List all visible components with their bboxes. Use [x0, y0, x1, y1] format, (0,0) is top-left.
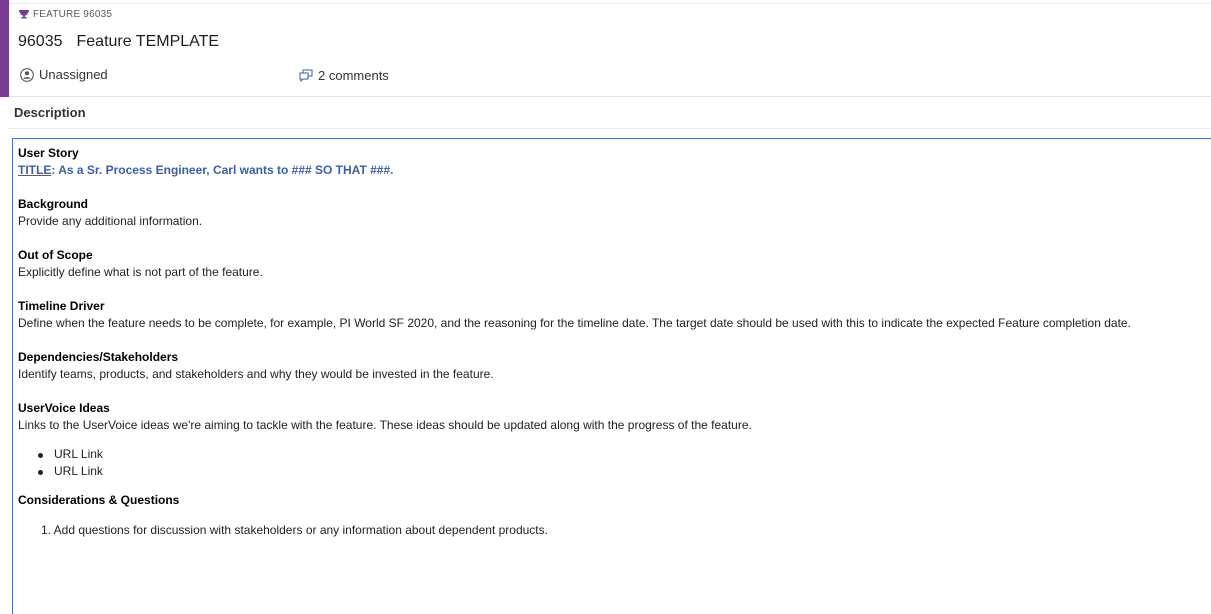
considerations-heading: Considerations & Questions [18, 493, 180, 507]
background-block: Background Provide any additional inform… [18, 196, 1211, 230]
person-avatar-icon [20, 67, 34, 82]
user-story-title-text: : As a Sr. Process Engineer, Carl wants … [51, 163, 394, 177]
dependencies-block: Dependencies/Stakeholders Identify teams… [18, 349, 1211, 383]
work-item-type-label: FEATURE 96035 [33, 9, 113, 20]
timeline-driver-block: Timeline Driver Define when the feature … [18, 298, 1211, 332]
considerations-block: Considerations & Questions 1. Add questi… [18, 492, 1211, 539]
list-item: 1. Add questions for discussion with sta… [41, 523, 548, 537]
comments-link[interactable]: 2 comments [299, 68, 389, 83]
description-heading: Description [14, 105, 86, 120]
timeline-driver-text: Define when the feature needs to be comp… [18, 316, 1131, 330]
work-item-title-row: 96035 Feature TEMPLATE [18, 33, 219, 51]
user-story-title: TITLE: As a Sr. Process Engineer, Carl w… [18, 162, 1211, 179]
dependencies-text: Identify teams, products, and stakeholde… [18, 367, 494, 381]
bullet-icon [38, 453, 43, 458]
work-item-type: FEATURE 96035 [19, 9, 112, 20]
uservoice-link[interactable]: URL Link [54, 464, 103, 478]
comment-icon [299, 69, 313, 82]
list-item: URL Link [18, 446, 1211, 463]
background-text: Provide any additional information. [18, 214, 203, 228]
timeline-driver-heading: Timeline Driver [18, 299, 105, 313]
user-story-block: User Story TITLE: As a Sr. Process Engin… [18, 145, 1211, 179]
out-of-scope-text: Explicitly define what is not part of th… [18, 265, 263, 279]
uservoice-link[interactable]: URL Link [54, 447, 103, 461]
user-story-title-label[interactable]: TITLE [18, 163, 51, 177]
list-item: URL Link [18, 463, 1211, 480]
uservoice-link-list: URL Link URL Link [18, 446, 1211, 480]
work-item-title[interactable]: Feature TEMPLATE [77, 33, 220, 51]
out-of-scope-block: Out of Scope Explicitly define what is n… [18, 247, 1211, 281]
uservoice-heading: UserVoice Ideas [18, 401, 110, 415]
uservoice-text: Links to the UserVoice ideas we're aimin… [18, 418, 752, 432]
work-item-header: FEATURE 96035 96035 Feature TEMPLATE Una… [0, 0, 1211, 97]
uservoice-block: UserVoice Ideas Links to the UserVoice i… [18, 400, 1211, 434]
trophy-icon [19, 9, 29, 20]
bullet-icon [38, 470, 43, 475]
description-editor[interactable]: User Story TITLE: As a Sr. Process Engin… [12, 138, 1211, 614]
work-item-meta: Unassigned 2 comments [20, 67, 1200, 85]
work-item-page: FEATURE 96035 96035 Feature TEMPLATE Una… [0, 0, 1211, 614]
considerations-list: 1. Add questions for discussion with sta… [18, 522, 1211, 539]
out-of-scope-heading: Out of Scope [18, 248, 93, 262]
background-heading: Background [18, 197, 89, 211]
description-divider [9, 128, 1211, 129]
assignee-picker[interactable]: Unassigned [20, 67, 108, 82]
dependencies-heading: Dependencies/Stakeholders [18, 350, 179, 364]
assignee-label: Unassigned [39, 67, 108, 82]
work-item-type-color-bar [0, 0, 9, 97]
comments-count: 2 comments [318, 68, 389, 83]
user-story-heading: User Story [18, 146, 79, 160]
work-item-id: 96035 [18, 33, 63, 50]
header-divider [9, 3, 1211, 4]
